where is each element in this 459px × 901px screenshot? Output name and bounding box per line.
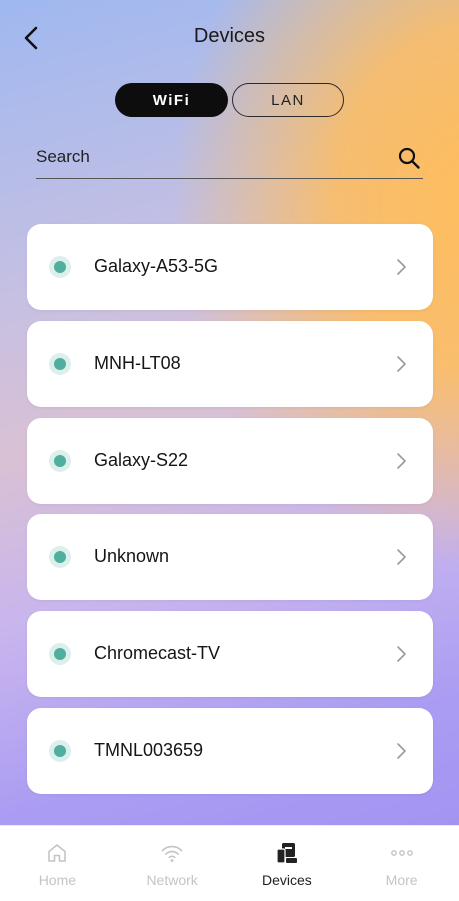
status-online-indicator	[49, 353, 71, 375]
tab-label: Home	[38, 872, 77, 888]
device-card[interactable]: Unknown	[27, 514, 433, 600]
chevron-right-icon	[397, 259, 406, 275]
more-icon	[390, 850, 413, 856]
chevron-right-icon	[397, 453, 406, 469]
tab-more[interactable]: More	[344, 826, 459, 901]
device-name: Chromecast-TV	[94, 643, 221, 663]
device-card[interactable]: Galaxy-A53-5G	[27, 224, 433, 310]
lan-toggle-button[interactable]: LAN	[232, 83, 344, 117]
search-bar	[36, 140, 423, 179]
status-online-indicator	[49, 740, 71, 762]
tab-label: More	[385, 872, 418, 888]
chevron-right-icon	[397, 549, 406, 565]
device-card[interactable]: TMNL003659	[27, 708, 433, 794]
device-name: MNH-LT08	[94, 353, 181, 373]
home-icon	[48, 844, 67, 862]
devices-icon	[276, 843, 297, 864]
search-input[interactable]	[36, 140, 376, 174]
search-icon[interactable]	[397, 146, 421, 170]
bottom-tab-bar: Home Network Devices More	[0, 825, 459, 901]
status-online-indicator	[49, 450, 71, 472]
tab-label: Devices	[261, 872, 312, 888]
tab-network[interactable]: Network	[115, 826, 230, 901]
device-card[interactable]: MNH-LT08	[27, 321, 433, 407]
device-card[interactable]: Chromecast-TV	[27, 611, 433, 697]
tab-home[interactable]: Home	[0, 826, 115, 901]
chevron-right-icon	[397, 646, 406, 662]
page-title: Devices	[193, 25, 266, 47]
tab-label: Network	[146, 872, 198, 888]
device-card[interactable]: Galaxy-S22	[27, 418, 433, 504]
status-online-indicator	[49, 546, 71, 568]
header: Devices	[0, 0, 459, 76]
tab-devices[interactable]: Devices	[230, 826, 345, 901]
wifi-toggle-button[interactable]: WiFi	[115, 83, 228, 117]
device-name: Unknown	[94, 546, 170, 566]
wifi-icon	[161, 845, 183, 862]
status-online-indicator	[49, 256, 71, 278]
device-name: TMNL003659	[94, 740, 204, 760]
device-name: Galaxy-A53-5G	[94, 256, 219, 276]
status-online-indicator	[49, 643, 71, 665]
chevron-right-icon	[397, 743, 406, 759]
chevron-right-icon	[397, 356, 406, 372]
device-name: Galaxy-S22	[94, 450, 189, 470]
